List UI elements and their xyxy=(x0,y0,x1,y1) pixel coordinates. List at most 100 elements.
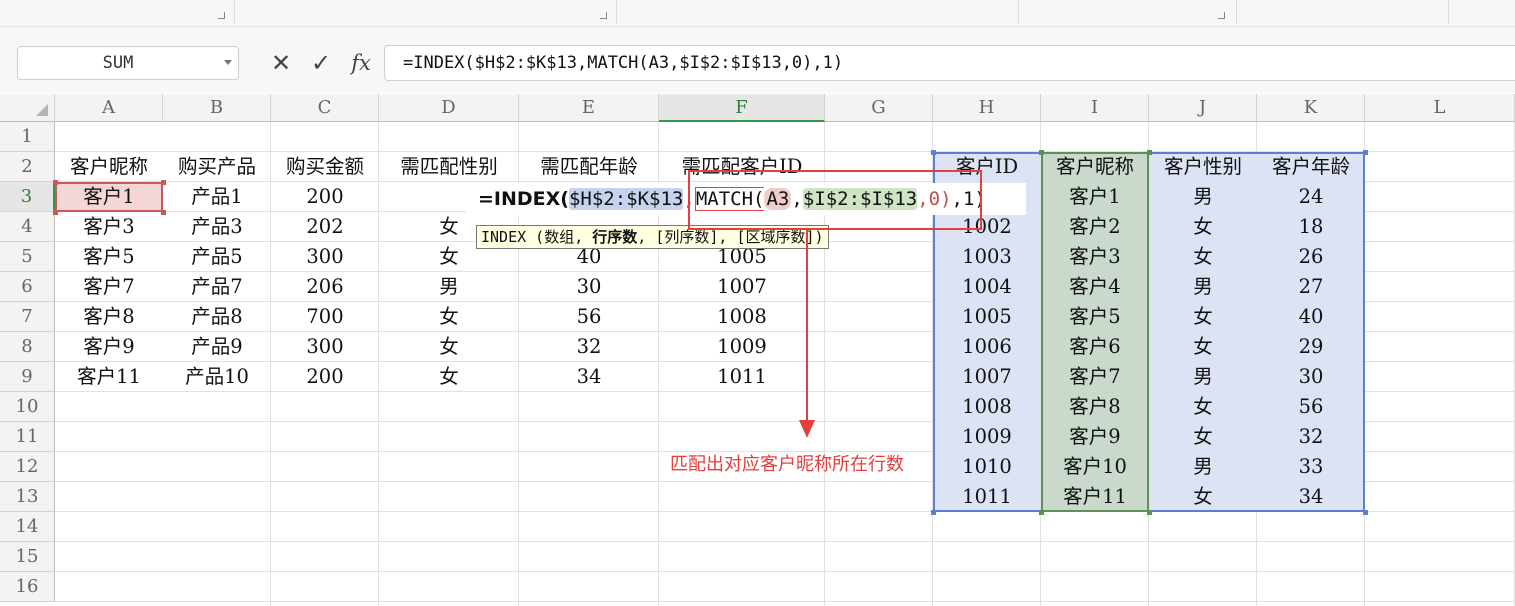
right-table-cell[interactable]: 1003 xyxy=(933,242,1041,272)
left-table-cell[interactable]: 206 xyxy=(271,272,379,302)
left-table-cell[interactable]: 客户3 xyxy=(55,212,163,242)
left-table-cell[interactable]: 202 xyxy=(271,212,379,242)
row-header-9[interactable]: 9 xyxy=(0,362,55,392)
insert-function-button[interactable]: fx xyxy=(345,48,377,78)
right-table-cell[interactable]: 客户1 xyxy=(1041,182,1149,212)
row-header-16[interactable]: 16 xyxy=(0,572,55,602)
column-header-d[interactable]: D xyxy=(379,94,519,122)
right-table-cell[interactable]: 客户8 xyxy=(1041,392,1149,422)
group-expand-icon[interactable] xyxy=(600,12,607,19)
right-table-cell[interactable]: 客户4 xyxy=(1041,272,1149,302)
right-table-cell[interactable]: 27 xyxy=(1257,272,1365,302)
column-header-f[interactable]: F xyxy=(659,94,825,122)
group-expand-icon[interactable] xyxy=(1218,12,1225,19)
right-table-cell[interactable]: 18 xyxy=(1257,212,1365,242)
right-table-cell[interactable]: 1009 xyxy=(933,422,1041,452)
left-header-cell[interactable]: 购买产品 xyxy=(163,152,271,182)
left-table-cell[interactable]: 200 xyxy=(271,182,379,212)
row-header-8[interactable]: 8 xyxy=(0,332,55,362)
row-header-5[interactable]: 5 xyxy=(0,242,55,272)
row-header-4[interactable]: 4 xyxy=(0,212,55,242)
row-header-12[interactable]: 12 xyxy=(0,452,55,482)
row-header-3[interactable]: 3 xyxy=(0,182,55,212)
right-table-cell[interactable]: 女 xyxy=(1149,422,1257,452)
column-header-a[interactable]: A xyxy=(55,94,163,122)
left-table-cell[interactable]: 1008 xyxy=(659,302,825,332)
right-header-cell[interactable]: 客户性别 xyxy=(1149,152,1257,182)
name-box[interactable]: SUM xyxy=(17,46,239,80)
left-table-cell[interactable]: 1007 xyxy=(659,272,825,302)
left-table-cell[interactable]: 男 xyxy=(379,272,519,302)
right-header-cell[interactable]: 客户年龄 xyxy=(1257,152,1365,182)
row-header-6[interactable]: 6 xyxy=(0,272,55,302)
row-header-2[interactable]: 2 xyxy=(0,152,55,182)
left-table-cell[interactable]: 客户1 xyxy=(55,182,163,212)
left-table-cell[interactable]: 客户9 xyxy=(55,332,163,362)
column-header-j[interactable]: J xyxy=(1149,94,1257,122)
right-table-cell[interactable]: 女 xyxy=(1149,212,1257,242)
left-header-cell[interactable]: 客户昵称 xyxy=(55,152,163,182)
left-table-cell[interactable]: 女 xyxy=(379,362,519,392)
right-table-cell[interactable]: 客户2 xyxy=(1041,212,1149,242)
right-table-cell[interactable]: 34 xyxy=(1257,482,1365,512)
left-table-cell[interactable]: 1011 xyxy=(659,362,825,392)
left-table-cell[interactable]: 客户7 xyxy=(55,272,163,302)
right-table-cell[interactable]: 1006 xyxy=(933,332,1041,362)
select-all-button[interactable] xyxy=(0,94,55,122)
right-table-cell[interactable]: 女 xyxy=(1149,392,1257,422)
left-table-cell[interactable]: 200 xyxy=(271,362,379,392)
left-table-cell[interactable]: 300 xyxy=(271,242,379,272)
right-table-cell[interactable]: 1005 xyxy=(933,302,1041,332)
right-table-cell[interactable]: 客户6 xyxy=(1041,332,1149,362)
right-table-cell[interactable]: 女 xyxy=(1149,332,1257,362)
left-table-cell[interactable]: 1009 xyxy=(659,332,825,362)
left-table-cell[interactable]: 300 xyxy=(271,332,379,362)
left-header-cell[interactable]: 需匹配性别 xyxy=(379,152,519,182)
left-table-cell[interactable]: 产品9 xyxy=(163,332,271,362)
left-table-cell[interactable]: 34 xyxy=(519,362,659,392)
right-table-cell[interactable]: 29 xyxy=(1257,332,1365,362)
right-table-cell[interactable]: 客户9 xyxy=(1041,422,1149,452)
column-header-k[interactable]: K xyxy=(1257,94,1365,122)
left-table-cell[interactable]: 客户11 xyxy=(55,362,163,392)
column-header-c[interactable]: C xyxy=(271,94,379,122)
left-header-cell[interactable]: 需匹配年龄 xyxy=(519,152,659,182)
row-header-14[interactable]: 14 xyxy=(0,512,55,542)
caret-down-icon[interactable] xyxy=(224,60,232,65)
left-table-cell[interactable]: 客户5 xyxy=(55,242,163,272)
left-table-cell[interactable]: 产品1 xyxy=(163,182,271,212)
left-table-cell[interactable]: 产品5 xyxy=(163,242,271,272)
right-table-cell[interactable]: 客户10 xyxy=(1041,452,1149,482)
row-header-11[interactable]: 11 xyxy=(0,422,55,452)
row-header-15[interactable]: 15 xyxy=(0,542,55,572)
formula-input[interactable]: =INDEX($H$2:$K$13,MATCH(A3,$I$2:$I$13,0)… xyxy=(384,45,1515,81)
right-table-cell[interactable]: 男 xyxy=(1149,452,1257,482)
left-table-cell[interactable]: 产品7 xyxy=(163,272,271,302)
right-table-cell[interactable]: 26 xyxy=(1257,242,1365,272)
right-table-cell[interactable]: 1007 xyxy=(933,362,1041,392)
left-table-cell[interactable]: 32 xyxy=(519,332,659,362)
left-table-cell[interactable]: 产品8 xyxy=(163,302,271,332)
right-table-cell[interactable]: 1010 xyxy=(933,452,1041,482)
right-table-cell[interactable]: 1008 xyxy=(933,392,1041,422)
right-table-cell[interactable]: 33 xyxy=(1257,452,1365,482)
right-table-cell[interactable]: 男 xyxy=(1149,362,1257,392)
left-table-cell[interactable]: 700 xyxy=(271,302,379,332)
right-table-cell[interactable]: 1011 xyxy=(933,482,1041,512)
right-table-cell[interactable]: 男 xyxy=(1149,182,1257,212)
right-table-cell[interactable]: 客户5 xyxy=(1041,302,1149,332)
right-table-cell[interactable]: 客户7 xyxy=(1041,362,1149,392)
left-table-cell[interactable]: 30 xyxy=(519,272,659,302)
row-header-1[interactable]: 1 xyxy=(0,122,55,152)
right-table-cell[interactable]: 40 xyxy=(1257,302,1365,332)
left-table-cell[interactable]: 客户8 xyxy=(55,302,163,332)
left-table-cell[interactable]: 产品10 xyxy=(163,362,271,392)
column-header-g[interactable]: G xyxy=(825,94,933,122)
right-table-cell[interactable]: 女 xyxy=(1149,302,1257,332)
right-table-cell[interactable]: 女 xyxy=(1149,242,1257,272)
column-header-l[interactable]: L xyxy=(1365,94,1515,122)
column-header-h[interactable]: H xyxy=(933,94,1041,122)
right-table-cell[interactable]: 30 xyxy=(1257,362,1365,392)
column-header-b[interactable]: B xyxy=(163,94,271,122)
row-header-10[interactable]: 10 xyxy=(0,392,55,422)
